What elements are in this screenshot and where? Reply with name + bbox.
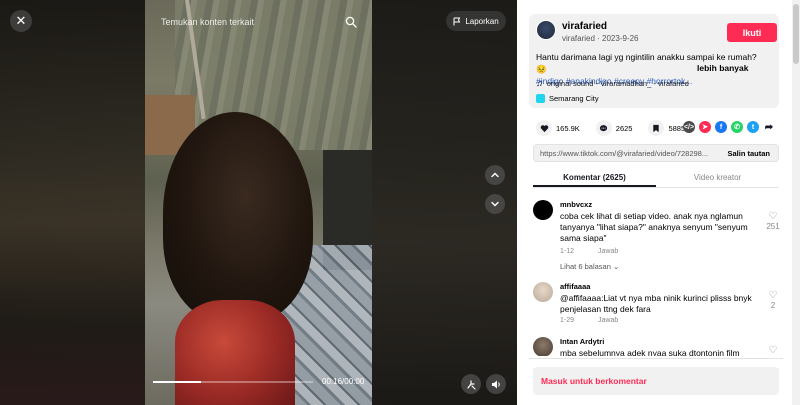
reply-button[interactable]: Jawab: [598, 317, 618, 324]
commenter-name[interactable]: affifaaaa: [560, 282, 590, 291]
comment-meta: 1-12 Jawab: [560, 248, 618, 255]
comment-date: 1-29: [560, 317, 575, 324]
commenter-name[interactable]: mnbvcxz: [560, 200, 592, 209]
report-button[interactable]: Laporkan: [446, 11, 506, 31]
comment-text: mba sebelumnya adek nyaa suka dtontonin …: [560, 348, 740, 356]
comment-like[interactable]: ♡ 251: [765, 212, 781, 232]
commenter-avatar[interactable]: [533, 200, 553, 220]
search-input[interactable]: Temukan konten terkait: [161, 17, 345, 27]
panel-tabs: Komentar (2625) Video kreator: [533, 168, 779, 188]
close-button[interactable]: ✕: [10, 10, 32, 32]
comment-list: mnbvcxz coba cek lihat di setiap video. …: [529, 196, 783, 356]
like-count: 165.9K: [556, 123, 580, 133]
heart-outline-icon[interactable]: ♡: [765, 212, 781, 222]
like-stat[interactable]: 165.9K: [536, 120, 580, 136]
engagement-stats: 165.9K 2625 5885: [536, 120, 701, 136]
time-readout: 00:16/00:00: [322, 377, 365, 386]
bookmark-icon[interactable]: [648, 120, 665, 136]
comment-date: 1-12: [560, 248, 575, 255]
volume-button[interactable]: [486, 374, 506, 394]
comment-item: Intan Ardytri mba sebelumnya adek nyaa s…: [529, 333, 783, 356]
mini-player-icon: [466, 379, 476, 390]
commenter-avatar[interactable]: [533, 337, 553, 356]
comment-stat[interactable]: 2625: [595, 120, 633, 136]
copy-link-button[interactable]: Salin tautan: [719, 149, 778, 158]
commenter-avatar[interactable]: [533, 282, 553, 302]
volume-icon: [491, 380, 500, 388]
sound-row[interactable]: ♫ original sound - Viraramadhan_ - viraf…: [536, 78, 689, 88]
comment-item: affifaaaa @affifaaaa:Liat vt nya mba nin…: [529, 278, 783, 330]
location-icon: [536, 94, 545, 103]
comment-meta: 1-29 Jawab: [560, 317, 618, 324]
floating-player-button[interactable]: [461, 374, 481, 394]
login-to-comment-button[interactable]: Masuk untuk berkomentar: [533, 367, 779, 395]
share-buttons: </> ➤ f ✆ t ➦: [683, 121, 775, 133]
reply-button[interactable]: Jawab: [598, 248, 618, 255]
comment-like[interactable]: ♡ 2: [765, 291, 781, 311]
next-video-button[interactable]: [485, 194, 505, 214]
facebook-icon[interactable]: f: [715, 121, 727, 133]
author-display-name[interactable]: virafaried: [562, 21, 607, 32]
forward-icon[interactable]: ➦: [763, 121, 775, 133]
heart-outline-icon[interactable]: ♡: [765, 346, 781, 356]
search-icon[interactable]: [345, 16, 357, 28]
video-frame[interactable]: [145, 0, 372, 405]
comment-text: coba cek lihat di setiap video. anak nya…: [560, 211, 748, 243]
follow-button[interactable]: Ikuti: [727, 23, 777, 42]
video-scene-child: [163, 112, 313, 322]
location-row[interactable]: Semarang City: [536, 94, 599, 103]
comment-icon[interactable]: [595, 120, 612, 136]
author-avatar[interactable]: [536, 20, 556, 40]
tab-comments[interactable]: Komentar (2625): [533, 168, 656, 187]
comment-like[interactable]: ♡: [765, 346, 781, 356]
video-progress-fill: [153, 381, 201, 383]
author-handle[interactable]: virafaried: [562, 34, 595, 43]
close-icon: ✕: [15, 13, 27, 28]
location-text[interactable]: Semarang City: [549, 94, 599, 103]
comment-like-count: 2: [770, 301, 776, 310]
comment-count: 2625: [615, 123, 633, 133]
heart-icon[interactable]: [536, 120, 552, 136]
comment-bar: Masuk untuk berkomentar: [529, 358, 783, 402]
more-link[interactable]: lebih banyak: [697, 63, 749, 73]
video-progress-bar[interactable]: [153, 381, 313, 383]
video-player[interactable]: ✕ Temukan konten terkait Laporkan 00:16/…: [0, 0, 517, 405]
chevron-up-icon: [491, 172, 499, 178]
previous-video-button[interactable]: [485, 165, 505, 185]
twitter-icon[interactable]: t: [747, 121, 759, 133]
share-link-text[interactable]: https://www.tiktok.com/@virafaried/video…: [534, 149, 719, 158]
share-link-box: https://www.tiktok.com/@virafaried/video…: [533, 144, 779, 162]
commenter-name[interactable]: Intan Ardytri: [560, 337, 604, 346]
tab-creator-videos[interactable]: Video kreator: [656, 168, 779, 187]
search-bar[interactable]: Temukan konten terkait: [153, 10, 365, 34]
author-subline: virafaried · 2023-9-26: [562, 34, 639, 43]
comment-item: mnbvcxz coba cek lihat di setiap video. …: [529, 196, 783, 276]
embed-icon[interactable]: </>: [683, 121, 695, 133]
post-date: 2023-9-26: [602, 34, 639, 43]
panel-scrollbar[interactable]: [792, 0, 800, 405]
chevron-down-icon: [491, 201, 499, 207]
send-icon[interactable]: ➤: [699, 121, 711, 133]
chevron-down-icon: ⌄: [612, 262, 620, 271]
music-note-icon: ♫: [536, 78, 543, 88]
view-replies-button[interactable]: Lihat 6 balasan ⌄: [560, 262, 619, 271]
heart-outline-icon[interactable]: ♡: [765, 291, 781, 301]
comment-text: @affifaaaa:Liat vt nya mba ninik kurinci…: [560, 293, 752, 314]
save-stat[interactable]: 5885: [648, 120, 685, 136]
report-label: Laporkan: [465, 16, 499, 26]
flag-icon: [453, 17, 461, 25]
sound-text[interactable]: original sound - Viraramadhan_ - virafar…: [547, 79, 689, 88]
whatsapp-icon[interactable]: ✆: [731, 121, 743, 133]
comment-like-count: 251: [766, 222, 780, 231]
